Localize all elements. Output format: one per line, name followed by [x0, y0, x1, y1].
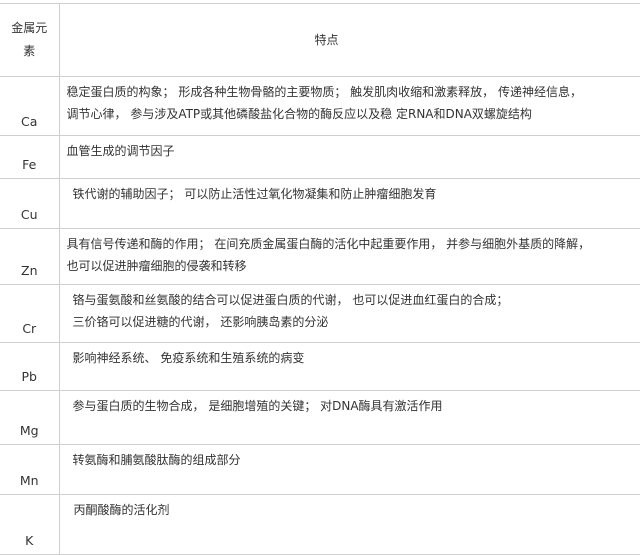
element-symbol: Ca	[0, 76, 60, 136]
table-row: Zn 具有信号传递和酶的作用； 在间充质金属蛋白酶的活化中起重要作用， 并参与细…	[0, 228, 640, 285]
table-row: Mg 参与蛋白质的生物合成， 是细胞增殖的关键； 对DNA酶具有激活作用	[0, 390, 640, 445]
metal-elements-table: 金属元 素 特点 Ca 稳定蛋白质的构象； 形成各种生物骨骼的主要物质； 触发肌…	[0, 3, 640, 555]
element-symbol: Mg	[0, 390, 60, 445]
element-symbol: Pb	[0, 342, 60, 391]
header-element-label: 金属元 素	[11, 21, 48, 58]
element-symbol: Fe	[0, 135, 60, 179]
header-features-label: 特点	[314, 33, 339, 47]
header-element: 金属元 素	[0, 3, 60, 77]
element-features: 血管生成的调节因子	[59, 135, 640, 179]
table-row: Fe 血管生成的调节因子	[0, 135, 640, 179]
element-symbol: K	[0, 494, 60, 555]
table-row: Cr 铬与蛋氨酸和丝氨酸的结合可以促进蛋白质的代谢， 也可以促进血红蛋白的合成；…	[0, 284, 640, 343]
table-row: Mn 转氨酶和脯氨酸肽酶的组成部分	[0, 444, 640, 495]
element-features: 丙酮酸酶的活化剂	[59, 494, 640, 555]
table-row: Cu 铁代谢的辅助因子； 可以防止活性过氧化物凝集和防止肿瘤细胞发育	[0, 178, 640, 229]
element-features: 参与蛋白质的生物合成， 是细胞增殖的关键； 对DNA酶具有激活作用	[59, 390, 640, 445]
element-features: 铁代谢的辅助因子； 可以防止活性过氧化物凝集和防止肿瘤细胞发育	[59, 178, 640, 229]
table-row: K 丙酮酸酶的活化剂	[0, 494, 640, 555]
element-symbol: Cu	[0, 178, 60, 229]
element-features: 具有信号传递和酶的作用； 在间充质金属蛋白酶的活化中起重要作用， 并参与细胞外基…	[59, 228, 640, 285]
element-symbol: Zn	[0, 228, 60, 285]
element-features: 铬与蛋氨酸和丝氨酸的结合可以促进蛋白质的代谢， 也可以促进血红蛋白的合成； 三价…	[59, 284, 640, 343]
element-symbol: Mn	[0, 444, 60, 495]
element-features: 转氨酶和脯氨酸肽酶的组成部分	[59, 444, 640, 495]
table-row: Ca 稳定蛋白质的构象； 形成各种生物骨骼的主要物质； 触发肌肉收缩和激素释放，…	[0, 76, 640, 136]
element-features: 稳定蛋白质的构象； 形成各种生物骨骼的主要物质； 触发肌肉收缩和激素释放， 传递…	[59, 76, 640, 136]
table-header-row: 金属元 素 特点	[0, 3, 640, 77]
table-row: Pb 影响神经系统、 免疫系统和生殖系统的病变	[0, 342, 640, 391]
page: { "table": { "headers": { "element": "金属…	[0, 0, 640, 555]
header-features: 特点	[59, 3, 640, 77]
element-symbol: Cr	[0, 284, 60, 343]
element-features: 影响神经系统、 免疫系统和生殖系统的病变	[59, 342, 640, 391]
